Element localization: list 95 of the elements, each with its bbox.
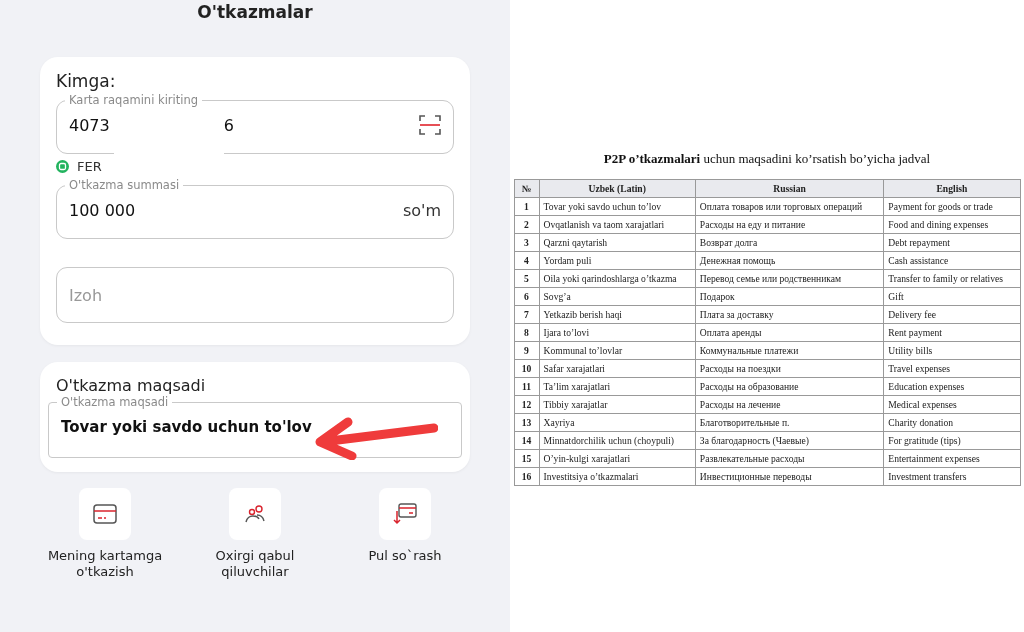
table-cell: Medical expenses xyxy=(883,395,1020,414)
section-title: Kimga: xyxy=(56,71,117,91)
table-cell: 11 xyxy=(514,377,539,396)
screen-title: O'tkazmalar xyxy=(197,2,313,24)
table-cell: Qarzni qaytarish xyxy=(539,233,696,252)
table-cell: 8 xyxy=(514,323,539,342)
table-cell: Charity donation xyxy=(883,413,1020,432)
table-cell: Investment transfers xyxy=(883,467,1020,486)
shortcut-label: Oxirgi qabul qiluvchilar xyxy=(214,548,296,580)
table-cell: Investitsiya o’tkazmalari xyxy=(539,467,696,486)
table-cell: 10 xyxy=(514,359,539,378)
table-cell: Оплата товаров или торговых операций xyxy=(695,197,884,216)
column-header: Uzbek (Latin) xyxy=(539,179,696,198)
table-cell: Ovqatlanish va taom xarajatlari xyxy=(539,215,696,234)
field-value: 4073 xyxy=(69,115,110,135)
comment-field[interactable]: Izoh xyxy=(56,267,454,323)
scan-icon[interactable] xyxy=(419,115,441,135)
table-cell: Коммунальные платежи xyxy=(695,341,884,360)
table-cell: Tovar yoki savdo uchun to’lov xyxy=(539,197,696,216)
table-cell: 1 xyxy=(514,197,539,216)
table-cell: Оплата аренды xyxy=(695,323,884,342)
table-cell: Ijara to’lovi xyxy=(539,323,696,342)
column-header: Russian xyxy=(695,179,884,198)
field-value: 6 xyxy=(223,115,234,135)
field-label: O'tkazma summasi xyxy=(68,178,181,192)
field-label: O'tkazma maqsadi xyxy=(60,395,170,409)
table-cell: Расходы на поездки xyxy=(695,359,884,378)
table-cell: Плата за доставку xyxy=(695,305,884,324)
card-icon xyxy=(93,504,117,524)
shortcut-label: Pul so`rash xyxy=(368,548,442,564)
status-icon xyxy=(56,159,69,173)
table-cell: 2 xyxy=(514,215,539,234)
table-cell: Благотворительные п. xyxy=(695,413,884,432)
table-cell: Minnatdorchilik uchun (choypuli) xyxy=(539,431,696,450)
table-cell: 13 xyxy=(514,413,539,432)
table-cell: Entertainment expenses xyxy=(883,449,1020,468)
field-label: Karta raqamini kiriting xyxy=(68,93,200,107)
table-cell: За благодарность (Чаевые) xyxy=(695,431,884,450)
table-cell: Xayriya xyxy=(539,413,696,432)
table-cell: 9 xyxy=(514,341,539,360)
table-cell: 3 xyxy=(514,233,539,252)
table-cell: Tibbiy xarajatlar xyxy=(539,395,696,414)
table-cell: Food and dining expenses xyxy=(883,215,1020,234)
table-cell: Rent payment xyxy=(883,323,1020,342)
purpose-field[interactable]: O'tkazma maqsadi Tovar yoki savdo uchun to'lov xyxy=(48,395,462,458)
table-cell: 12 xyxy=(514,395,539,414)
shortcut-button[interactable] xyxy=(229,488,281,540)
table-cell: Debt repayment xyxy=(883,233,1020,252)
column-header: № xyxy=(514,179,539,198)
field-value: 100 000 xyxy=(69,200,136,220)
table-cell: 7 xyxy=(514,305,539,324)
table-cell: 4 xyxy=(514,251,539,270)
table-cell: Kommunal to’lovlar xyxy=(539,341,696,360)
table-cell: 15 xyxy=(514,449,539,468)
table-cell: Sovg’a xyxy=(539,287,696,306)
table-cell: Oila yoki qarindoshlarga o’tkazma xyxy=(539,269,696,288)
table-cell: Yetkazib berish haqi xyxy=(539,305,696,324)
table-cell: Delivery fee xyxy=(883,305,1020,324)
table-cell: Utility bills xyxy=(883,341,1020,360)
table-cell: Safar xarajatlari xyxy=(539,359,696,378)
table-cell: Инвестиционные переводы xyxy=(695,467,884,486)
section-title: O'tkazma maqsadi xyxy=(56,376,207,395)
table-cell: Yordam puli xyxy=(539,251,696,270)
table-cell: Денежная помощь xyxy=(695,251,884,270)
recipient-name: FER xyxy=(77,158,102,174)
amount-field[interactable]: O'tkazma summasi 100 000 so'm xyxy=(56,178,454,239)
field-value: Tovar yoki savdo uchun to'lov xyxy=(61,418,312,436)
table-cell: Перевод семье или родственникам xyxy=(695,269,884,288)
table-cell: Ta’lim xarajatlari xyxy=(539,377,696,396)
table-cell: Возврат долга xyxy=(695,233,884,252)
table-cell: Education expenses xyxy=(883,377,1020,396)
table-cell: Gift xyxy=(883,287,1020,306)
currency-label: so'm xyxy=(402,200,441,220)
shortcut-button[interactable] xyxy=(379,488,431,540)
table-cell: Подарок xyxy=(695,287,884,306)
table-title: P2P o’tkazmalari uchun maqsadini ko’rsatish bo’yicha jadval xyxy=(603,151,931,167)
table-cell: 16 xyxy=(514,467,539,486)
request-money-icon xyxy=(393,503,417,525)
table-cell: Развлекательные расходы xyxy=(695,449,884,468)
table-cell: Travel expenses xyxy=(883,359,1020,378)
table-cell: Расходы на лечение xyxy=(695,395,884,414)
table-cell: 6 xyxy=(514,287,539,306)
table-cell: O’yin-kulgi xarajatlari xyxy=(539,449,696,468)
table-cell: Cash assistance xyxy=(883,251,1020,270)
table-cell: Расходы на еду и питание xyxy=(695,215,884,234)
shortcut-label: Mening kartamga o'tkazish xyxy=(46,548,164,580)
table-cell: 5 xyxy=(514,269,539,288)
column-header: English xyxy=(883,179,1020,198)
table-cell: Payment for goods or trade xyxy=(883,197,1020,216)
table-cell: Расходы на образование xyxy=(695,377,884,396)
table-cell: 14 xyxy=(514,431,539,450)
shortcut-button[interactable] xyxy=(79,488,131,540)
table-cell: Transfer to family or relatives xyxy=(883,269,1020,288)
people-icon xyxy=(243,504,267,524)
table-cell: For gratitude (tips) xyxy=(883,431,1020,450)
